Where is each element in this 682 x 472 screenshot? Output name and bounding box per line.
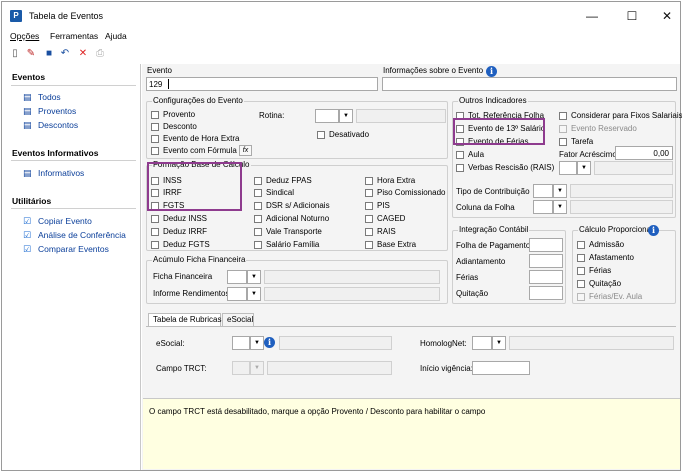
window-title: Tabela de Eventos xyxy=(29,11,104,21)
app-logo-icon: P xyxy=(10,10,22,22)
edit-pencil-icon[interactable]: ✎ xyxy=(24,47,38,61)
folha-pagamento-input[interactable] xyxy=(529,238,563,252)
chevron-down-icon[interactable]: ▼ xyxy=(553,200,567,214)
informe-rendimentos-select[interactable]: ▼ xyxy=(227,287,440,301)
undo-icon[interactable]: ↶ xyxy=(58,47,72,61)
adiantamento-input[interactable] xyxy=(529,254,563,268)
checkmark-icon: ☑ xyxy=(23,216,32,226)
fator-acrescimo-label: Fator Acréscimo xyxy=(559,150,617,159)
integracao-group: Integração Contábil Folha de Pagamento A… xyxy=(452,225,566,304)
chevron-down-icon[interactable]: ▼ xyxy=(247,270,261,284)
events-list-icon: ▤ xyxy=(23,106,32,116)
events-list-icon: ▤ xyxy=(23,92,32,102)
chevron-down-icon[interactable]: ▼ xyxy=(577,161,591,175)
inicio-vigencia-input[interactable] xyxy=(472,361,530,375)
integracao-group-title: Integração Contábil xyxy=(458,225,530,234)
print-icon[interactable]: ⎙ xyxy=(93,47,107,61)
info-icon[interactable]: i xyxy=(264,337,275,348)
chevron-down-icon[interactable]: ▼ xyxy=(250,336,264,350)
tipo-contribuicao-select[interactable]: ▼ xyxy=(533,184,673,198)
rotina-select[interactable]: ▼ xyxy=(315,109,446,123)
chevron-down-icon: ▼ xyxy=(250,361,264,375)
ficha-financeira-select[interactable]: ▼ xyxy=(227,270,440,284)
esocial-select[interactable]: ▼ xyxy=(232,336,392,350)
chevron-down-icon[interactable]: ▼ xyxy=(553,184,567,198)
inicio-vigencia-label: Início vigência: xyxy=(420,364,473,373)
ferias-label: Férias xyxy=(456,273,479,282)
verbas-rescisao-select[interactable]: ▼ xyxy=(559,161,673,175)
sidebar-section-title: Eventos Informativos xyxy=(12,148,99,158)
highlight-box xyxy=(453,118,545,145)
menu-opcoes[interactable]: Opções xyxy=(10,31,39,41)
tipo-contribuicao-label: Tipo de Contribuição xyxy=(456,187,530,196)
campo-trct-label: Campo TRCT: xyxy=(156,364,207,373)
title-bar: P Tabela de Eventos — ☐ ✕ xyxy=(2,2,680,30)
status-message: O campo TRCT está desabilitado, marque a… xyxy=(149,407,486,416)
sidebar-section-title: Eventos xyxy=(12,72,46,82)
tab-esocial[interactable]: eSocial xyxy=(222,313,254,326)
tab-tabela-rubricas[interactable]: Tabela de Rubricas xyxy=(148,313,221,326)
calculo-group: Cálculo Proporcional i Admissão Afastame… xyxy=(572,225,676,304)
new-document-icon[interactable]: ▯ xyxy=(8,47,22,61)
folha-pagamento-label: Folha de Pagamento xyxy=(456,241,531,250)
events-list-icon: ▤ xyxy=(23,120,32,130)
config-group: Configurações do Evento Provento Descont… xyxy=(146,96,448,159)
chevron-down-icon[interactable]: ▼ xyxy=(492,336,506,350)
acumulo-group: Acúmulo Ficha Financeira Ficha Financeir… xyxy=(146,255,448,304)
rotina-label: Rotina: xyxy=(259,111,285,120)
evento-input[interactable]: 129 xyxy=(146,77,378,91)
toolbar: ▯ ✎ ■ ↶ ✕ ⎙ xyxy=(2,44,680,64)
ferias-input[interactable] xyxy=(529,270,563,284)
highlight-box xyxy=(147,162,242,211)
fator-acrescimo-input[interactable]: 0,00 xyxy=(615,146,673,160)
section-divider xyxy=(11,85,136,86)
campo-trct-select: ▼ xyxy=(232,361,392,375)
homolognet-select[interactable]: ▼ xyxy=(472,336,674,350)
ficha-financeira-label: Ficha Financeira xyxy=(153,272,213,281)
checkmark-icon: ☑ xyxy=(23,244,32,254)
acumulo-group-title: Acúmulo Ficha Financeira xyxy=(152,255,247,264)
esocial-label: eSocial: xyxy=(156,339,185,348)
evento-label: Evento xyxy=(147,66,172,75)
informe-rendimentos-label: Informe Rendimentos xyxy=(153,289,230,298)
event-form: Evento 129 Informações sobre o Evento i … xyxy=(142,64,682,470)
status-message-panel: O campo TRCT está desabilitado, marque a… xyxy=(143,398,680,469)
adiantamento-label: Adiantamento xyxy=(456,257,506,266)
close-button[interactable]: ✕ xyxy=(657,7,677,25)
info-input[interactable] xyxy=(382,77,677,91)
menu-bar: Opções Ferramentas Ajuda xyxy=(2,30,680,44)
delete-icon[interactable]: ✕ xyxy=(76,47,90,61)
save-icon[interactable]: ■ xyxy=(42,47,56,61)
quitacao-label: Quitação xyxy=(456,289,489,298)
info-icon[interactable]: i xyxy=(648,225,659,236)
events-list-icon: ▤ xyxy=(23,168,32,178)
chevron-down-icon[interactable]: ▼ xyxy=(247,287,261,301)
chevron-down-icon[interactable]: ▼ xyxy=(339,109,353,123)
sidebar: Eventos ▤ Todos ▤ Proventos ▤ Descontos Eve… xyxy=(3,64,141,470)
menu-ferramentas[interactable]: Ferramentas xyxy=(50,31,98,41)
menu-ajuda[interactable]: Ajuda xyxy=(105,31,127,41)
info-icon[interactable]: i xyxy=(486,66,497,77)
calculo-group-title: Cálculo Proporcional xyxy=(578,225,654,234)
maximize-button[interactable]: ☐ xyxy=(622,7,642,25)
coluna-folha-label: Coluna da Folha xyxy=(456,203,515,212)
config-group-title: Configurações do Evento xyxy=(152,96,244,105)
info-label: Informações sobre o Evento xyxy=(383,66,484,75)
formula-icon[interactable]: fx xyxy=(239,145,252,156)
checkmark-icon: ☑ xyxy=(23,230,32,240)
section-divider xyxy=(11,208,136,209)
tab-divider xyxy=(146,326,676,327)
text-cursor xyxy=(168,79,169,89)
coluna-folha-select[interactable]: ▼ xyxy=(533,200,673,214)
section-divider xyxy=(11,160,136,161)
sidebar-section-title: Utilitários xyxy=(12,196,52,206)
main-window: P Tabela de Eventos — ☐ ✕ Opções Ferrame… xyxy=(1,1,682,471)
minimize-button[interactable]: — xyxy=(582,7,602,25)
homolognet-label: HomologNet: xyxy=(420,339,467,348)
quitacao-input[interactable] xyxy=(529,286,563,300)
outros-group-title: Outros Indicadores xyxy=(458,96,528,105)
